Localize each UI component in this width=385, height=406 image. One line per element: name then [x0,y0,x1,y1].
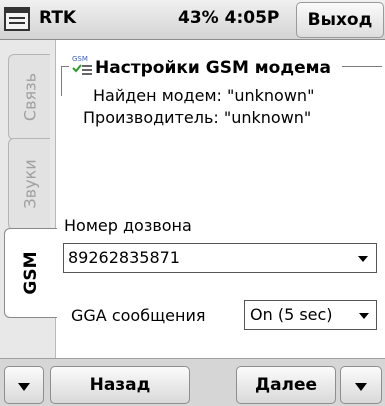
bottom-toolbar: Назад Далее [0,358,385,406]
chevron-down-icon [355,383,367,391]
app-title: RTK [39,8,77,28]
tab-label: Связь [20,72,39,122]
gga-messages-select[interactable]: On (5 sec) [244,300,377,330]
exit-button[interactable]: Выход [296,2,384,38]
modem-found-text: Найден модем: "unknown" [93,86,315,105]
tab-label: GSM [21,251,41,295]
chevron-down-icon[interactable] [358,256,368,262]
status-indicator: 43% 4:05P [178,8,280,28]
gsm-icon-text: GSM [72,55,88,63]
dial-number-combobox[interactable]: 89262835871 [63,243,377,273]
next-button[interactable]: Далее [236,366,336,404]
group-border [61,66,62,96]
group-border [61,66,69,67]
chevron-down-icon [18,383,30,391]
tab-svyaz[interactable]: Связь [8,54,50,140]
tab-zvuki[interactable]: Звуки [8,138,50,230]
gsm-settings-panel: GSM Настройки GSM модема Найден модем: "… [57,40,385,358]
left-menu-button[interactable] [4,366,44,404]
right-menu-button[interactable] [340,366,382,404]
tab-gsm[interactable]: GSM [4,228,57,318]
chevron-down-icon[interactable] [359,313,369,319]
gsm-modem-icon: GSM [72,55,92,75]
back-button[interactable]: Назад [50,366,190,404]
dial-number-label: Номер дозвона [64,216,192,235]
windows-start-icon[interactable] [2,4,32,36]
title-bar: RTK 43% 4:05P Выход [0,0,385,40]
group-border [342,66,382,67]
gga-messages-value: On (5 sec) [250,305,333,324]
tab-strip: Связь Звуки GSM [0,40,57,358]
group-title: Настройки GSM модема [95,58,331,78]
gga-messages-label: GGA сообщения [71,306,206,325]
dial-number-value: 89262835871 [68,248,180,267]
tab-label: Звуки [20,159,39,209]
manufacturer-text: Производитель: "unknown" [83,108,312,127]
